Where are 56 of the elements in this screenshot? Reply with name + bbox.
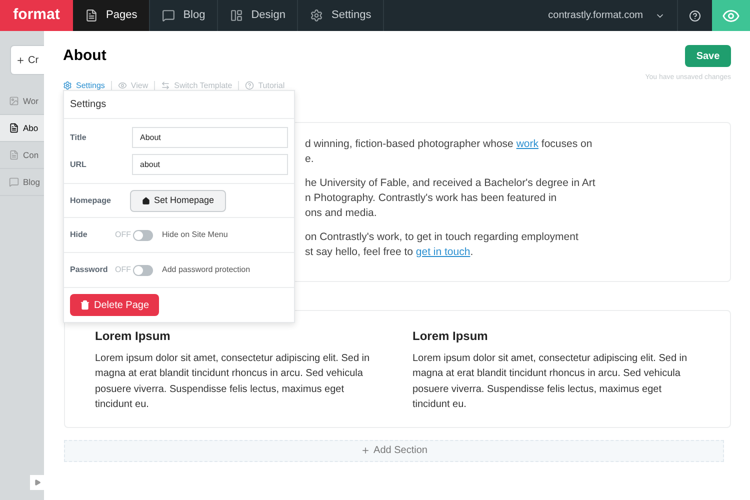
sidebar-item[interactable]: Abo: [0, 115, 44, 142]
trash-icon: [80, 300, 90, 310]
paragraph-line: on Contrastly's work, to get in touch regarding employment: [305, 230, 580, 244]
text-field[interactable]: About: [132, 127, 288, 148]
field-label: Hide: [70, 229, 88, 241]
toggle-state: OFF: [115, 229, 131, 241]
column-heading: Lorem Ipsum: [412, 328, 489, 344]
swap-icon: [161, 81, 170, 90]
toggle-description: Hide on Site Menu: [162, 229, 228, 241]
paragraph-line: he University of Fable, and received a Bachelor's degree in Art: [305, 176, 596, 190]
save-button[interactable]: Save: [685, 45, 731, 67]
text-link[interactable]: work: [516, 138, 538, 150]
column-text: Lorem ipsum dolor sit amet, consectetur adipiscing elit. Sed in magna at erat blandit tincidunt rhoncus in arcu. Sed vehicula posuere viverra. Suspendisse felis lectus, maximus eget tincidunt eu.: [95, 352, 371, 412]
chat-icon: [9, 177, 19, 187]
toggle-switch[interactable]: [133, 230, 153, 240]
delete-page-button[interactable]: Delete Page: [70, 294, 160, 316]
page-title: About: [63, 46, 108, 66]
page-icon: [9, 123, 19, 133]
column-heading: Lorem Ipsum: [95, 328, 172, 344]
create-button[interactable]: Cr: [10, 45, 44, 75]
page-icon: [9, 150, 19, 160]
toggle-description: Add password protection: [162, 264, 250, 276]
settings-icon: [63, 81, 72, 90]
chat-icon: [162, 9, 176, 22]
help-icon: [245, 81, 254, 90]
column-text: Lorem ipsum dolor sit amet, consectetur adipiscing elit. Sed in magna at erat blandit tincidunt rhoncus in arcu. Sed vehicula posuere viverra. Suspendisse felis lectus, maximus eget tincidunt eu.: [412, 352, 688, 412]
toggle-switch[interactable]: [133, 264, 153, 276]
popover-title: Settings: [64, 91, 294, 119]
plus-icon: [16, 56, 25, 64]
paragraph-line: d winning, fiction-based photographer whose work focuses on: [305, 136, 594, 152]
text-link[interactable]: get in touch: [416, 246, 470, 258]
settings-icon: [310, 9, 324, 22]
toggle-state: OFF: [115, 264, 131, 276]
home-icon: [142, 196, 150, 204]
brand-logo[interactable]: format: [0, 0, 73, 31]
play-icon: [34, 479, 40, 486]
paragraph-line: ons and media.: [305, 206, 378, 220]
field-label: Password: [70, 264, 109, 276]
paragraph-line: e.: [305, 152, 315, 166]
add-section-button[interactable]: Add Section: [64, 440, 724, 462]
nav-tab[interactable]: Pages: [73, 0, 150, 31]
layout-icon: [230, 9, 244, 22]
text-field[interactable]: about: [132, 154, 288, 175]
set-homepage-button[interactable]: Set Homepage: [130, 190, 226, 212]
field-label: URL: [70, 158, 88, 170]
plus-icon: [360, 446, 370, 455]
image-icon: [9, 96, 19, 106]
field-label: Title: [70, 132, 88, 144]
paragraph-line: n Photography. Contrastly's work has been featured in: [305, 190, 558, 206]
expand-button[interactable]: [30, 475, 44, 490]
eye-icon: [118, 81, 127, 90]
paragraph-line: st say hello, feel free to get in touch.: [305, 244, 474, 260]
page-tab[interactable]: Settings: [63, 80, 105, 92]
field-label: Homepage: [70, 194, 112, 206]
page-icon: [85, 9, 98, 22]
help-icon: [689, 10, 701, 22]
